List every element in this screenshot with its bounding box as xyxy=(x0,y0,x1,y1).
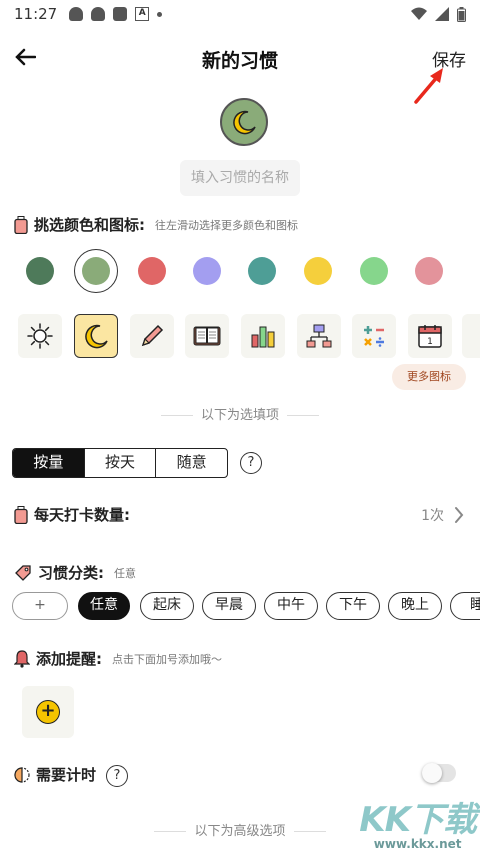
daily-count-row[interactable]: 每天打卡数量: xyxy=(14,504,130,525)
bottle-icon xyxy=(14,215,28,234)
tab-casual[interactable]: 随意 xyxy=(156,449,227,477)
icon-option-calendar[interactable]: 1 xyxy=(408,314,452,358)
calendar-icon: 1 xyxy=(418,325,442,348)
watermark-url: www.kkx.net xyxy=(373,837,462,851)
bottle-icon xyxy=(14,505,28,524)
color-swatch-0[interactable] xyxy=(26,257,54,285)
toggle-knob xyxy=(422,763,442,783)
icon-option-pencil[interactable] xyxy=(130,314,174,358)
timer-help-icon[interactable]: ? xyxy=(106,765,128,787)
daily-count-value[interactable]: 1次 xyxy=(421,505,444,525)
category-chip-afternoon[interactable]: 下午 xyxy=(326,592,380,620)
tag-icon xyxy=(15,564,31,581)
habit-preview-icon xyxy=(220,98,268,146)
category-section-label: 习惯分类: 任意 xyxy=(14,562,136,583)
moon-icon xyxy=(233,110,256,135)
a-notification-icon: A xyxy=(135,7,150,21)
daily-count-title: 每天打卡数量: xyxy=(34,506,130,524)
icon-option-network[interactable] xyxy=(297,314,341,358)
status-bar: 11:27 A xyxy=(0,0,480,28)
optional-divider-label: 以下为选填项 xyxy=(200,408,279,423)
timer-title: 需要计时 xyxy=(36,766,97,784)
timer-row: 需要计时 xyxy=(14,764,96,785)
top-bar: 新的习惯 保存 xyxy=(0,36,480,80)
tab-by-day[interactable]: 按天 xyxy=(85,449,157,477)
icon-option-moon[interactable] xyxy=(74,314,118,358)
tab-by-count[interactable]: 按量 xyxy=(13,449,85,477)
color-swatch-5[interactable] xyxy=(304,257,332,285)
color-swatch-7[interactable] xyxy=(415,257,443,285)
timer-toggle[interactable] xyxy=(422,763,456,783)
category-chip-wake[interactable]: 起床 xyxy=(140,592,194,620)
category-chips: + 任意 起床 早晨 中午 下午 晚上 睡 xyxy=(0,592,480,622)
category-chip-morning[interactable]: 早晨 xyxy=(202,592,256,620)
qq-notification-icon-2 xyxy=(91,7,106,21)
color-swatch-4[interactable] xyxy=(248,257,276,285)
bar-chart-icon xyxy=(251,326,275,348)
icon-option-book[interactable] xyxy=(185,314,229,358)
qq-notification-icon xyxy=(69,7,84,21)
icon-option-calculator[interactable] xyxy=(352,314,396,358)
color-icon-section-label: 挑选颜色和图标: 往左滑动选择更多颜色和图标 xyxy=(14,214,298,235)
habit-name-input[interactable] xyxy=(180,160,300,196)
icon-option-overflow[interactable] xyxy=(462,314,480,358)
category-chip-sleep[interactable]: 睡 xyxy=(450,592,480,620)
color-icon-hint: 往左滑动选择更多颜色和图标 xyxy=(155,218,298,232)
icon-picker-row: 1 xyxy=(0,314,480,358)
bell-icon xyxy=(14,649,30,668)
pencil-icon xyxy=(141,324,164,347)
category-chip-evening[interactable]: 晚上 xyxy=(388,592,442,620)
status-time: 11:27 xyxy=(14,5,58,23)
chevron-right-icon[interactable] xyxy=(454,502,464,530)
color-icon-title: 挑选颜色和图标: xyxy=(34,216,145,234)
reminder-section-label: 添加提醒: 点击下面加号添加哦～ xyxy=(14,648,222,669)
moon-icon xyxy=(85,324,108,349)
mode-help-icon[interactable]: ? xyxy=(240,452,262,474)
calendar-day-number: 1 xyxy=(427,337,433,347)
app-notification-icon xyxy=(113,7,128,21)
color-swatch-3[interactable] xyxy=(193,257,221,285)
network-icon xyxy=(306,324,332,348)
icon-option-bar-chart[interactable] xyxy=(241,314,285,358)
color-swatch-1[interactable] xyxy=(82,257,110,285)
mode-segmented-control: 按量 按天 随意 xyxy=(12,448,228,478)
icon-option-sun[interactable] xyxy=(18,314,62,358)
add-category-button[interactable]: + xyxy=(12,592,68,620)
color-picker-row xyxy=(0,248,480,294)
notification-icons: A xyxy=(69,7,163,21)
advanced-divider-label: 以下为高级选项 xyxy=(194,824,286,839)
category-chip-any[interactable]: 任意 xyxy=(78,592,130,620)
book-icon xyxy=(193,326,221,346)
watermark-brand: KK下载 xyxy=(359,800,477,840)
calculator-icon xyxy=(364,326,384,347)
wifi-icon xyxy=(411,7,427,20)
more-icons-button[interactable]: 更多图标 xyxy=(392,364,466,390)
page-title: 新的习惯 xyxy=(201,50,278,72)
sun-icon xyxy=(27,323,53,349)
plus-circle-icon: + xyxy=(36,700,60,724)
category-title: 习惯分类: xyxy=(38,564,104,582)
category-chip-noon[interactable]: 中午 xyxy=(264,592,318,620)
half-circle-icon xyxy=(14,766,30,783)
battery-icon xyxy=(457,6,466,22)
system-icons xyxy=(411,6,466,22)
watermark-logo: KK下载 www.kkx.net xyxy=(359,792,477,851)
reminder-title: 添加提醒: xyxy=(36,650,102,668)
color-swatch-6[interactable] xyxy=(360,257,388,285)
optional-divider: 以下为选填项 xyxy=(0,404,480,423)
signal-icon xyxy=(435,7,449,21)
category-current: 任意 xyxy=(114,566,136,580)
reminder-hint: 点击下面加号添加哦～ xyxy=(112,652,222,666)
color-swatch-2[interactable] xyxy=(138,257,166,285)
annotation-arrow-icon xyxy=(414,68,443,104)
add-reminder-button[interactable]: + xyxy=(22,686,74,738)
more-notifications-icon xyxy=(157,11,163,17)
